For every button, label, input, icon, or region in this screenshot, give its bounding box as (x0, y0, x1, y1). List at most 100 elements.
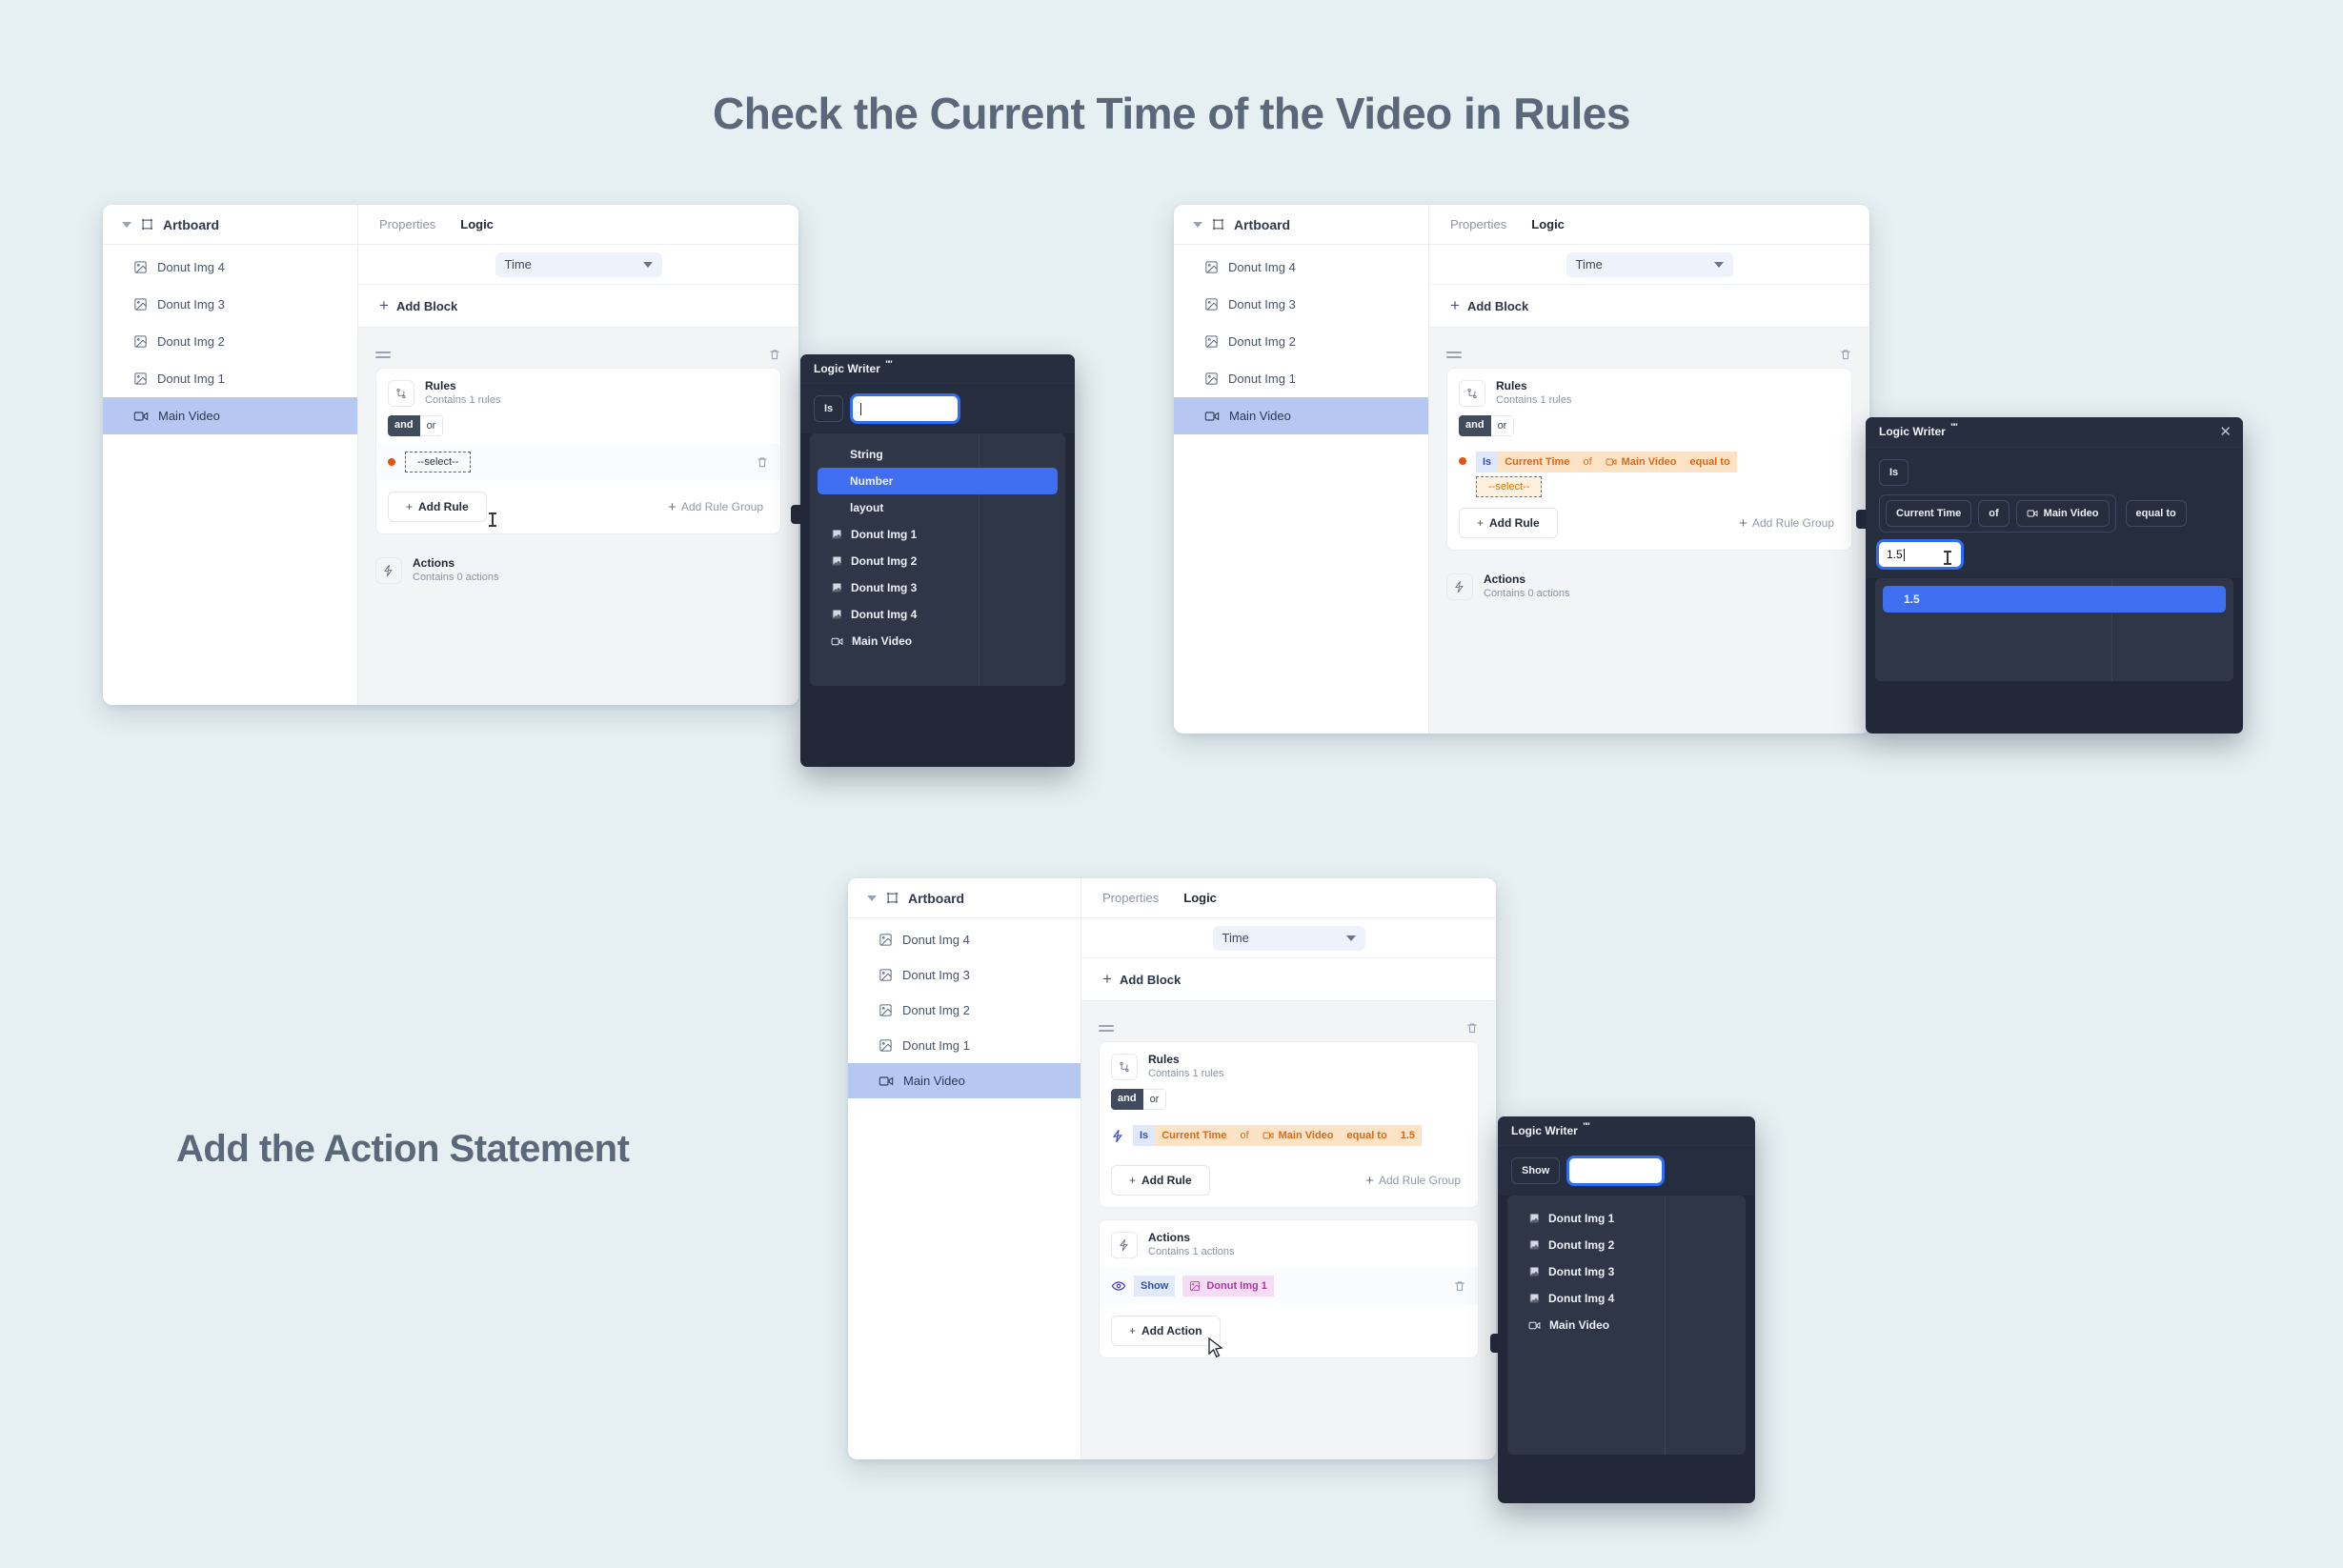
rule-value-select[interactable]: --select-- (1476, 476, 1543, 498)
sidebar-header[interactable]: Artboard (103, 205, 357, 245)
token-action-target[interactable]: Donut Img 1 (1182, 1275, 1274, 1297)
token-is[interactable]: Is (1476, 452, 1499, 473)
token-main-video[interactable]: Main Video (1255, 1125, 1341, 1147)
action-row[interactable]: Show Donut Img 1 (1100, 1267, 1478, 1304)
main-video-chip[interactable]: Main Video (2015, 500, 2110, 527)
trash-icon[interactable] (1465, 1021, 1479, 1035)
add-block-button[interactable]: + Add Block (1429, 285, 1869, 328)
rule-row[interactable]: Is Current Time of Main Video equal to -… (1447, 444, 1851, 498)
sidebar-header[interactable]: Artboard (848, 878, 1081, 918)
drag-handle-icon[interactable] (1099, 1024, 1114, 1032)
and-or-toggle[interactable]: and or (388, 415, 444, 437)
chevron-down-icon[interactable] (1193, 221, 1202, 228)
and-option[interactable]: and (1111, 1089, 1143, 1111)
drag-handle-icon[interactable] (1446, 351, 1462, 358)
sidebar-item-donut-img-4[interactable]: Donut Img 4 (103, 249, 357, 286)
rule-row[interactable]: Is Current Time of Main Video equal to 1… (1100, 1117, 1478, 1154)
option-donut-img-1[interactable]: Donut Img 1 (1515, 1205, 1738, 1232)
token-equal-to[interactable]: equal to (1340, 1125, 1394, 1147)
token-current-time[interactable]: Current Time (1498, 452, 1577, 473)
close-icon[interactable]: ✕ (2219, 425, 2232, 439)
or-option[interactable]: or (1490, 415, 1515, 437)
sidebar-item-donut-img-1[interactable]: Donut Img 1 (848, 1028, 1081, 1063)
and-option[interactable]: and (388, 415, 420, 437)
tab-properties[interactable]: Properties (1450, 217, 1506, 231)
trash-icon[interactable] (768, 348, 781, 361)
sidebar-item-donut-img-1[interactable]: Donut Img 1 (103, 360, 357, 397)
option-donut-img-1[interactable]: Donut Img 1 (818, 521, 1058, 548)
token-value[interactable]: 1.5 (1393, 1125, 1422, 1147)
option-number[interactable]: Number (818, 468, 1058, 494)
sidebar-item-donut-img-3[interactable]: Donut Img 3 (848, 957, 1081, 993)
token-equal-to[interactable]: equal to (1683, 452, 1737, 473)
tab-logic[interactable]: Logic (1531, 217, 1565, 231)
sidebar-item-donut-img-2[interactable]: Donut Img 2 (848, 993, 1081, 1028)
sidebar-item-donut-img-2[interactable]: Donut Img 2 (103, 323, 357, 360)
option-donut-img-2[interactable]: Donut Img 2 (1515, 1232, 1738, 1258)
logic-value-input[interactable] (853, 396, 959, 421)
rule-select-placeholder[interactable]: --select-- (405, 452, 472, 473)
show-chip[interactable]: Show (1511, 1157, 1561, 1184)
sidebar-item-donut-img-2[interactable]: Donut Img 2 (1174, 323, 1428, 360)
is-chip[interactable]: Is (814, 395, 844, 422)
sidebar-header[interactable]: Artboard (1174, 205, 1428, 245)
tab-properties[interactable]: Properties (379, 217, 435, 231)
is-chip[interactable]: Is (1879, 459, 1909, 486)
block-type-select[interactable]: Time (1565, 251, 1733, 277)
token-show[interactable]: Show (1134, 1275, 1176, 1297)
rule-expression[interactable]: Is Current Time of Main Video equal to (1476, 452, 1737, 473)
add-rule-group-button[interactable]: + Add Rule Group (1365, 1173, 1466, 1189)
chevron-down-icon[interactable] (867, 895, 877, 901)
add-rule-button[interactable]: + Add Rule (1111, 1165, 1210, 1196)
sidebar-item-donut-img-4[interactable]: Donut Img 4 (848, 922, 1081, 957)
block-type-select[interactable]: Time (495, 251, 662, 277)
sidebar-item-donut-img-3[interactable]: Donut Img 3 (1174, 286, 1428, 323)
option-layout[interactable]: layout (818, 494, 1058, 521)
token-current-time[interactable]: Current Time (1155, 1125, 1234, 1147)
logic-target-input[interactable] (1569, 1158, 1663, 1183)
and-or-toggle[interactable]: and or (1111, 1089, 1167, 1111)
add-rule-button[interactable]: + Add Rule (388, 492, 487, 523)
add-rule-group-button[interactable]: + Add Rule Group (1739, 515, 1840, 532)
equal-to-chip[interactable]: equal to (2125, 500, 2187, 527)
or-option[interactable]: or (419, 415, 444, 437)
rule-expression[interactable]: Is Current Time of Main Video equal to 1… (1133, 1125, 1422, 1147)
add-block-button[interactable]: + Add Block (1081, 958, 1496, 1001)
option-donut-img-2[interactable]: Donut Img 2 (818, 548, 1058, 574)
current-time-chip[interactable]: Current Time (1886, 500, 1972, 527)
or-option[interactable]: or (1142, 1089, 1167, 1111)
block-type-select[interactable]: Time (1212, 925, 1365, 951)
add-action-button[interactable]: + Add Action (1111, 1315, 1221, 1346)
tab-logic[interactable]: Logic (460, 217, 494, 231)
tab-logic[interactable]: Logic (1183, 891, 1217, 905)
option-value-1-5[interactable]: 1.5 (1883, 586, 2226, 613)
option-donut-img-3[interactable]: Donut Img 3 (818, 574, 1058, 601)
and-option[interactable]: and (1459, 415, 1491, 437)
sidebar-item-main-video[interactable]: Main Video (103, 397, 357, 434)
add-block-button[interactable]: + Add Block (358, 285, 798, 328)
sidebar-item-main-video[interactable]: Main Video (848, 1063, 1081, 1098)
tab-properties[interactable]: Properties (1102, 891, 1159, 905)
add-rule-group-button[interactable]: + Add Rule Group (668, 499, 769, 515)
sidebar-item-donut-img-4[interactable]: Donut Img 4 (1174, 249, 1428, 286)
sidebar-item-donut-img-3[interactable]: Donut Img 3 (103, 286, 357, 323)
trash-icon[interactable] (1839, 348, 1852, 361)
sidebar-item-main-video[interactable]: Main Video (1174, 397, 1428, 434)
trash-icon[interactable] (756, 455, 769, 469)
token-main-video[interactable]: Main Video (1598, 452, 1684, 473)
option-main-video[interactable]: Main Video (1515, 1312, 1738, 1338)
token-is[interactable]: Is (1133, 1125, 1156, 1147)
and-or-toggle[interactable]: and or (1459, 415, 1515, 437)
option-main-video[interactable]: Main Video (818, 628, 1058, 654)
branch-icon (388, 379, 414, 407)
option-donut-img-4[interactable]: Donut Img 4 (1515, 1285, 1738, 1312)
option-string[interactable]: String (818, 441, 1058, 468)
drag-handle-icon[interactable] (375, 351, 391, 358)
add-rule-button[interactable]: + Add Rule (1459, 508, 1558, 539)
option-donut-img-3[interactable]: Donut Img 3 (1515, 1258, 1738, 1285)
trash-icon[interactable] (1453, 1279, 1466, 1293)
chevron-down-icon[interactable] (122, 221, 131, 228)
sidebar-item-donut-img-1[interactable]: Donut Img 1 (1174, 360, 1428, 397)
option-donut-img-4[interactable]: Donut Img 4 (818, 601, 1058, 628)
rule-row[interactable]: --select-- (376, 444, 780, 481)
